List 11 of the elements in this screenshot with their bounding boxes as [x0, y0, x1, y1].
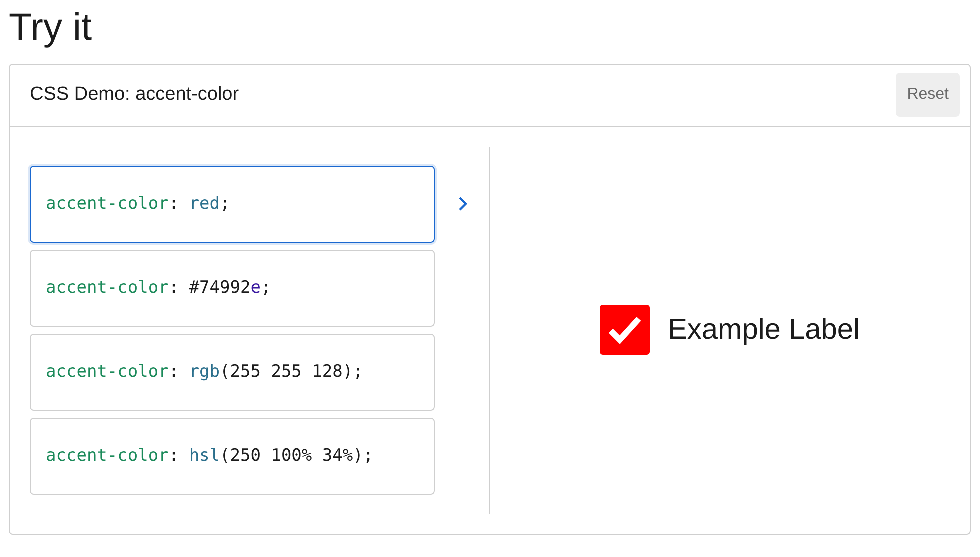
code-choice[interactable]: accent-color: hsl(250 100% 34%); [30, 418, 435, 495]
chevron-icon [457, 196, 469, 212]
code-choice[interactable]: accent-color: #74992e; [30, 250, 435, 327]
checkbox-label: Example Label [668, 312, 860, 348]
code-choice[interactable]: accent-color: red; [30, 166, 435, 243]
checkmark-icon [607, 315, 644, 346]
code-choice[interactable]: accent-color: rgb(255 255 128); [30, 334, 435, 411]
checkbox[interactable] [600, 305, 650, 356]
page-heading: Try it [9, 8, 94, 50]
reset-button[interactable]: Reset [896, 73, 960, 118]
demo-title: CSS Demo: accent-color [30, 83, 240, 108]
